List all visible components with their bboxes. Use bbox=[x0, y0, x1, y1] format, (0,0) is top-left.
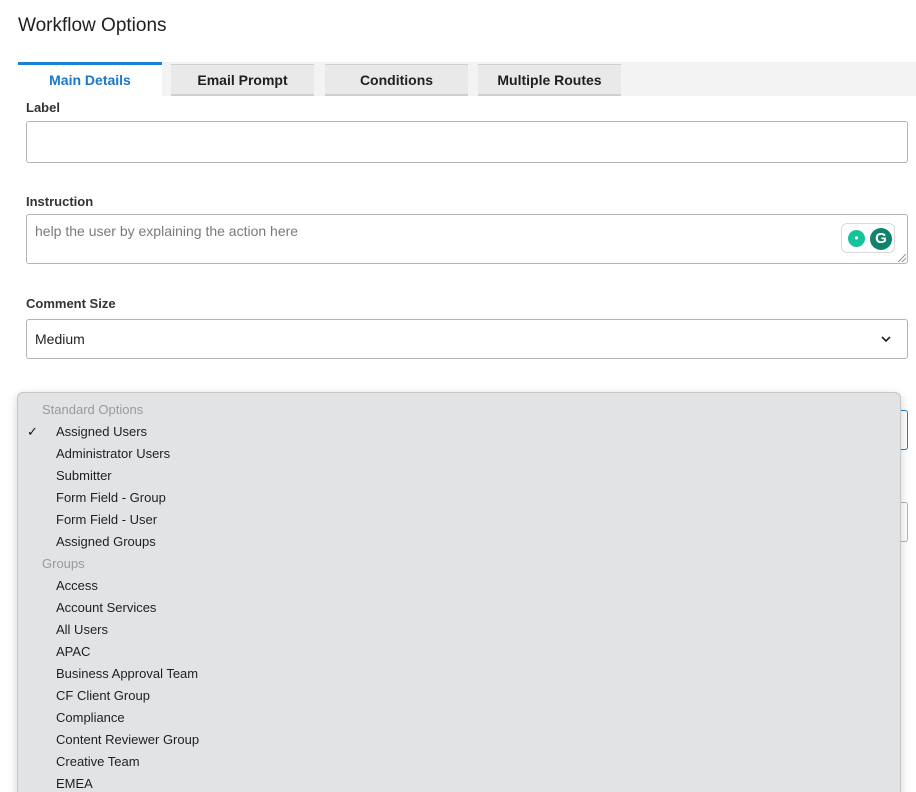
tab-bar: Main Details Email Prompt Conditions Mul… bbox=[18, 62, 916, 96]
option-access[interactable]: Access bbox=[18, 575, 900, 597]
option-cf-client-group[interactable]: CF Client Group bbox=[18, 685, 900, 707]
option-content-reviewer-group[interactable]: Content Reviewer Group bbox=[18, 729, 900, 751]
option-all-users[interactable]: All Users bbox=[18, 619, 900, 641]
comment-size-label: Comment Size bbox=[26, 296, 116, 311]
page-title: Workflow Options bbox=[18, 15, 167, 36]
option-apac[interactable]: APAC bbox=[18, 641, 900, 663]
resize-handle-icon[interactable] bbox=[898, 254, 906, 262]
option-form-field-user[interactable]: Form Field - User bbox=[18, 509, 900, 531]
label-field-label: Label bbox=[26, 100, 60, 115]
grammarly-logo-icon: G bbox=[870, 228, 892, 250]
option-administrator-users[interactable]: Administrator Users bbox=[18, 443, 900, 465]
checkmark-icon: ✓ bbox=[27, 424, 38, 439]
tab-conditions[interactable]: Conditions bbox=[325, 64, 468, 96]
assignee-dropdown-list[interactable]: Standard Options ✓ Assigned Users Admini… bbox=[17, 392, 901, 792]
comment-size-select[interactable]: Medium bbox=[26, 319, 908, 359]
grammarly-widget[interactable]: • G bbox=[841, 223, 895, 253]
instruction-textarea[interactable]: help the user by explaining the action h… bbox=[26, 214, 908, 264]
option-account-services[interactable]: Account Services bbox=[18, 597, 900, 619]
chevron-down-icon bbox=[881, 336, 891, 343]
option-emea[interactable]: EMEA bbox=[18, 773, 900, 792]
option-creative-team[interactable]: Creative Team bbox=[18, 751, 900, 773]
instruction-placeholder: help the user by explaining the action h… bbox=[35, 223, 299, 239]
comment-size-value: Medium bbox=[35, 331, 85, 347]
tab-multiple-routes[interactable]: Multiple Routes bbox=[478, 64, 621, 96]
group-header-standard-options: Standard Options bbox=[42, 402, 144, 417]
option-form-field-group[interactable]: Form Field - Group bbox=[18, 487, 900, 509]
option-compliance[interactable]: Compliance bbox=[18, 707, 900, 729]
option-assigned-users[interactable]: ✓ Assigned Users bbox=[18, 421, 900, 443]
option-assigned-groups[interactable]: Assigned Groups bbox=[18, 531, 900, 553]
label-input[interactable] bbox=[26, 121, 908, 163]
instruction-field-label: Instruction bbox=[26, 194, 94, 209]
grammarly-suggestion-icon: • bbox=[848, 230, 865, 247]
tab-email-prompt[interactable]: Email Prompt bbox=[171, 64, 314, 96]
workflow-options-page: Workflow Options Main Details Email Prom… bbox=[0, 0, 916, 792]
option-business-approval-team[interactable]: Business Approval Team bbox=[18, 663, 900, 685]
option-submitter[interactable]: Submitter bbox=[18, 465, 900, 487]
tab-main-details[interactable]: Main Details bbox=[18, 62, 162, 96]
group-header-groups: Groups bbox=[42, 556, 85, 571]
